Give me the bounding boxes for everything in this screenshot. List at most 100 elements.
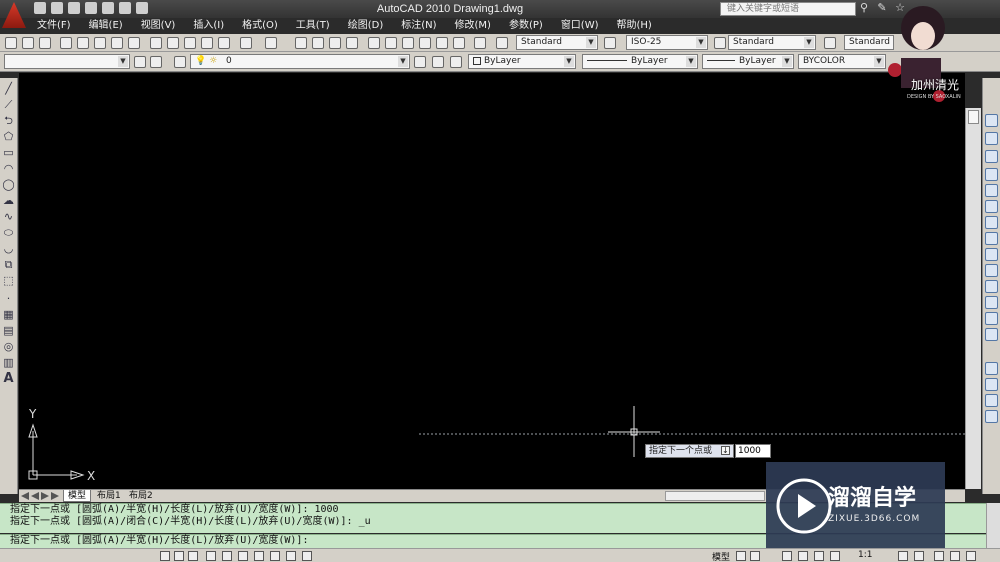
- color-select[interactable]: ByLayer ▼: [468, 54, 576, 69]
- viewport-icon[interactable]: [750, 551, 760, 561]
- send-under-icon[interactable]: [985, 410, 998, 423]
- table-style-select[interactable]: Standard ▼: [728, 35, 816, 50]
- bring-above-icon[interactable]: [985, 394, 998, 407]
- lineweight-select[interactable]: ByLayer ▼: [702, 54, 794, 69]
- pan-icon[interactable]: [295, 37, 307, 49]
- undo-icon[interactable]: [240, 37, 252, 49]
- insert-block-icon[interactable]: ⧉: [2, 258, 15, 271]
- dim-style-icon[interactable]: [604, 37, 616, 49]
- web-publish-icon[interactable]: [128, 37, 140, 49]
- gradient-icon[interactable]: ▤: [2, 324, 15, 337]
- ducs-icon[interactable]: [254, 551, 264, 561]
- drawing-canvas[interactable]: Y X 指定下一个点或 ↓ 1000: [19, 73, 965, 489]
- revision-cloud-icon[interactable]: ☁: [2, 194, 15, 207]
- paste-special-icon[interactable]: [201, 37, 213, 49]
- tab-last-icon[interactable]: [51, 492, 59, 500]
- circle-icon[interactable]: ◯: [2, 178, 15, 191]
- annotation-visibility-icon[interactable]: [898, 551, 908, 561]
- line-icon[interactable]: ╱: [2, 82, 15, 95]
- arc-icon[interactable]: ◠: [2, 162, 15, 175]
- ellipse-arc-icon[interactable]: ◡: [2, 242, 15, 255]
- menu-tools[interactable]: 工具(T): [287, 18, 339, 34]
- table-icon[interactable]: ▥: [2, 356, 15, 369]
- binoculars-icon[interactable]: ⚲: [858, 2, 870, 14]
- plot-style-select[interactable]: BYCOLOR ▼: [798, 54, 886, 69]
- stretch-icon[interactable]: [985, 216, 998, 229]
- tab-first-icon[interactable]: [21, 492, 29, 500]
- make-current-layer-icon[interactable]: [414, 56, 426, 68]
- workspace-switch-icon[interactable]: [934, 551, 944, 561]
- clean-screen-icon[interactable]: [966, 551, 976, 561]
- menu-modify[interactable]: 修改(M): [446, 18, 500, 34]
- grid-icon[interactable]: [174, 551, 184, 561]
- auto-scale-icon[interactable]: [914, 551, 924, 561]
- tab-model[interactable]: 模型: [63, 490, 92, 502]
- polygon-icon[interactable]: ⬠: [2, 130, 15, 143]
- explode-icon[interactable]: [985, 328, 998, 341]
- zoom-previous-icon[interactable]: [346, 37, 358, 49]
- spline-icon[interactable]: ∿: [2, 210, 15, 223]
- dynamic-input-value[interactable]: 1000: [735, 444, 771, 458]
- properties-icon[interactable]: [368, 37, 380, 49]
- help-icon[interactable]: [474, 37, 486, 49]
- workspace-select[interactable]: ▼: [4, 54, 130, 69]
- mirror-icon[interactable]: [985, 150, 998, 163]
- showmotion-icon[interactable]: [830, 551, 840, 561]
- tool-palettes-icon[interactable]: [402, 37, 414, 49]
- draw-order-front-icon[interactable]: [985, 362, 998, 375]
- sheet-set-icon[interactable]: [419, 37, 431, 49]
- command-scrollbar[interactable]: [986, 503, 1000, 548]
- toolbar-lock-icon[interactable]: [150, 56, 162, 68]
- trim-icon[interactable]: [985, 232, 998, 245]
- zoom-realtime-icon[interactable]: [312, 37, 324, 49]
- search-input[interactable]: 键入关键字或短语: [720, 2, 856, 16]
- break-icon[interactable]: [985, 264, 998, 277]
- erase-icon[interactable]: [985, 114, 998, 127]
- dyn-icon[interactable]: [270, 551, 280, 561]
- menu-view[interactable]: 视图(V): [132, 18, 185, 34]
- snap-icon[interactable]: [160, 551, 170, 561]
- menu-dimension[interactable]: 标注(N): [392, 18, 445, 34]
- copy-icon[interactable]: [167, 37, 179, 49]
- design-center-icon[interactable]: [385, 37, 397, 49]
- steering-wheel-icon[interactable]: [814, 551, 824, 561]
- zoom-status-icon[interactable]: [798, 551, 808, 561]
- text-style-icon[interactable]: [496, 37, 508, 49]
- menu-window[interactable]: 窗口(W): [552, 18, 608, 34]
- scale-icon[interactable]: [985, 200, 998, 213]
- options-down-arrow-icon[interactable]: ↓: [720, 446, 730, 455]
- match-properties-icon[interactable]: [218, 37, 230, 49]
- layout-view-icon[interactable]: [736, 551, 746, 561]
- rotate-icon[interactable]: [985, 184, 998, 197]
- layer-state-icon[interactable]: [450, 56, 462, 68]
- dim-style-select[interactable]: ISO-25 ▼: [626, 35, 708, 50]
- menu-file[interactable]: 文件(F): [28, 18, 80, 34]
- 3d-dwf-icon[interactable]: [111, 37, 123, 49]
- join-icon[interactable]: [985, 280, 998, 293]
- point-icon[interactable]: ·: [2, 292, 15, 305]
- vertical-scrollbar[interactable]: [965, 108, 981, 489]
- make-block-icon[interactable]: ⬚: [2, 274, 15, 287]
- redo-icon[interactable]: [265, 37, 277, 49]
- layer-manager-icon[interactable]: [174, 56, 186, 68]
- fillet-icon[interactable]: [985, 312, 998, 325]
- table-style-icon[interactable]: [714, 37, 726, 49]
- menu-format[interactable]: 格式(O): [233, 18, 287, 34]
- extend-icon[interactable]: [985, 248, 998, 261]
- menu-help[interactable]: 帮助(H): [608, 18, 661, 34]
- multiline-text-icon[interactable]: A: [2, 372, 15, 385]
- zoom-window-icon[interactable]: [329, 37, 341, 49]
- menu-draw[interactable]: 绘图(D): [339, 18, 393, 34]
- vertical-scroll-thumb[interactable]: [968, 110, 979, 124]
- chamfer-icon[interactable]: [985, 296, 998, 309]
- publish-icon[interactable]: [94, 37, 106, 49]
- tab-next-icon[interactable]: [41, 492, 49, 500]
- tab-layout2[interactable]: 布局2: [125, 490, 157, 502]
- copy-object-icon[interactable]: [985, 132, 998, 145]
- pan-status-icon[interactable]: [782, 551, 792, 561]
- polyline-icon[interactable]: ⮌: [2, 114, 15, 127]
- open-icon[interactable]: [22, 37, 34, 49]
- menu-parametric[interactable]: 参数(P): [500, 18, 552, 34]
- calculator-icon[interactable]: [453, 37, 465, 49]
- quick-properties-icon[interactable]: [302, 551, 312, 561]
